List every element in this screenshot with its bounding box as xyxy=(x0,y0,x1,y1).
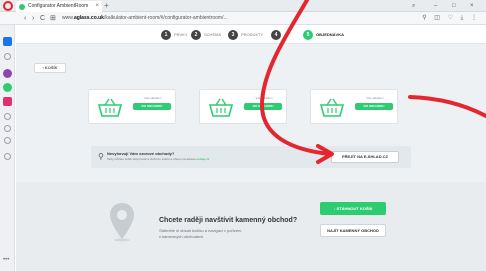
step-5[interactable]: 5 OBJEDNÁVKA xyxy=(303,30,344,40)
store-description-line2: v kamenných obchodech. xyxy=(159,234,205,239)
minimize-button[interactable]: – xyxy=(434,1,437,11)
step-label: PRVKY xyxy=(174,32,188,37)
forward-nav-icon[interactable]: › xyxy=(32,13,34,24)
url-domain: aglass.co.uk xyxy=(73,15,104,21)
search-icon[interactable] xyxy=(4,53,11,60)
notice-link[interactable]: eshop.cz xyxy=(196,157,209,161)
url-path: /kalkulator-ambient-room/#/configurator-… xyxy=(103,15,228,21)
whatsapp-icon[interactable] xyxy=(3,83,12,92)
step-number: 3 xyxy=(228,30,238,40)
step-number: 4 xyxy=(271,30,281,40)
instagram-icon[interactable] xyxy=(3,97,12,106)
basket-icon xyxy=(208,98,234,117)
download-cart-button[interactable]: ↓ STÁHNOUT KOŠÍK xyxy=(320,202,386,215)
search-tabs-icon[interactable]: ⌕ xyxy=(412,1,415,11)
pin-icon: ⚲ xyxy=(98,152,104,161)
store-question: Chcete raději navštívit kamenný obchod? xyxy=(159,217,298,224)
new-tab-button[interactable]: + xyxy=(104,1,109,11)
step-number: 1 xyxy=(161,30,171,40)
go-to-shop-button[interactable]: DO OBCHODU xyxy=(133,103,171,110)
step-label: PRODUKTY xyxy=(241,32,264,37)
notice-text-body: Tady můžete košík zkopírovat a vložit do… xyxy=(107,157,196,161)
sidebar-more-icon[interactable]: ••• xyxy=(3,257,9,263)
step-1[interactable]: 1 PRVKY xyxy=(161,30,188,40)
close-window-button[interactable]: × xyxy=(470,1,474,11)
opera-logo-icon[interactable] xyxy=(3,1,13,11)
player-icon[interactable] xyxy=(4,113,11,120)
browser-sidebar: ••• xyxy=(0,25,15,271)
heart-icon[interactable] xyxy=(4,125,11,132)
shop-card: Vše skladem DO OBCHODU xyxy=(88,89,176,124)
stock-label: Vše skladem xyxy=(144,96,162,100)
go-to-eshop-button[interactable]: PŘEJÍT NA E-SHLAD.CZ xyxy=(331,151,399,163)
page-content: 1 PRVKY 2 SCHÉMA 3 PRODUKTY 4 5 OBJEDNÁVKA ‹… xyxy=(16,26,486,271)
tab-title: Configurator AmbientRoom xyxy=(28,3,89,9)
step-label: OBJEDNÁVKA xyxy=(316,32,345,37)
go-to-shop-button[interactable]: DO OBCHODU xyxy=(244,103,282,110)
step-3[interactable]: 3 PRODUKTY xyxy=(228,30,263,40)
browser-window: Configurator AmbientRoom × + ⌕ – □ × ‹ ›… xyxy=(0,0,486,271)
address-bar-actions-icon[interactable]: ⚲ ◫ ♡ ⤓ ⋮ xyxy=(422,13,480,24)
history-icon[interactable] xyxy=(4,137,11,144)
go-to-shop-button[interactable]: DO OBCHODU xyxy=(355,103,393,110)
speed-dial-icon[interactable]: ⊞ xyxy=(50,13,56,24)
step-number: 2 xyxy=(191,30,201,40)
store-description-line1: Stáhněte si obsah košíku a navigaci v po… xyxy=(159,228,242,233)
back-to-cart-button[interactable]: ‹ KOŠÍK xyxy=(34,63,66,73)
notice-title: Nevyhovují Vám vzorové obchody? xyxy=(107,151,175,156)
maximize-button[interactable]: □ xyxy=(452,1,456,11)
shop-card: Vše skladem DO OBCHODU xyxy=(310,89,398,124)
browser-tab[interactable]: Configurator AmbientRoom × xyxy=(16,1,102,12)
steps-bar: 1 PRVKY 2 SCHÉMA 3 PRODUKTY 4 5 OBJEDNÁVKA xyxy=(16,26,486,44)
settings-icon[interactable] xyxy=(4,153,11,160)
stock-label: Vše skladem xyxy=(255,96,273,100)
url-prefix: www. xyxy=(62,15,74,21)
step-2[interactable]: 2 SCHÉMA xyxy=(191,30,221,40)
step-4[interactable]: 4 xyxy=(271,30,284,40)
address-bar: ‹ › C ⊞ www.aglass.co.uk/kalkulator-ambi… xyxy=(0,12,486,25)
notice-text: Tady můžete košík zkopírovat a vložit do… xyxy=(107,157,209,161)
tab-close-icon[interactable]: × xyxy=(95,1,99,12)
physical-store-section: Chcete raději navštívit kamenný obchod? … xyxy=(16,182,486,271)
find-store-button[interactable]: NAJÍT KAMENNÝ OBCHOD xyxy=(320,224,386,237)
home-icon[interactable] xyxy=(3,37,12,46)
reload-icon[interactable]: C xyxy=(40,13,45,24)
back-nav-icon[interactable]: ‹ xyxy=(24,13,26,24)
messenger-icon[interactable] xyxy=(3,69,12,78)
eshop-notice: ⚲ Nevyhovují Vám vzorové obchody? Tady m… xyxy=(91,146,411,168)
shop-card: Vše skladem DO OBCHODU xyxy=(199,89,287,124)
location-pin-icon xyxy=(110,203,134,242)
step-label: SCHÉMA xyxy=(204,32,222,37)
stock-label: Vše skladem xyxy=(366,96,384,100)
tab-bar: Configurator AmbientRoom × + ⌕ – □ × xyxy=(0,0,486,12)
tab-favicon-icon xyxy=(19,4,25,10)
url-field[interactable]: www.aglass.co.uk/kalkulator-ambient-room… xyxy=(62,14,402,23)
step-number: 5 xyxy=(303,30,313,40)
basket-icon xyxy=(97,98,123,117)
basket-icon xyxy=(319,98,345,117)
